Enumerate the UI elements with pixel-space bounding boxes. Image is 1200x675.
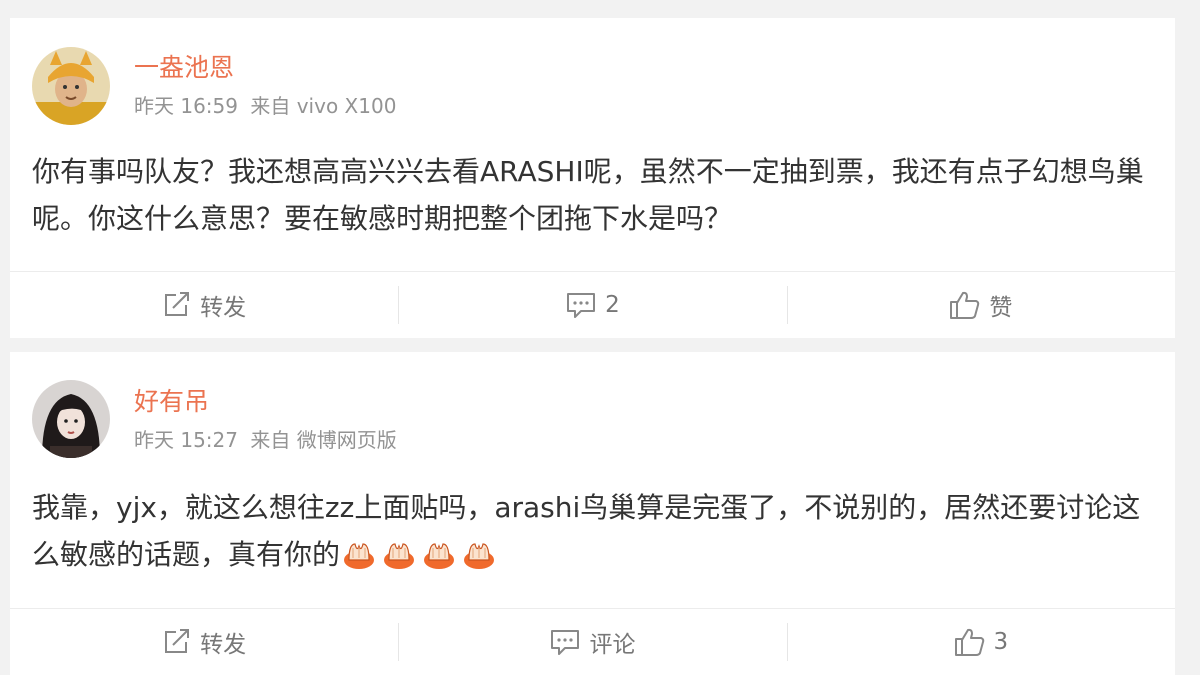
like-label: 赞 <box>989 295 1013 321</box>
avatar[interactable] <box>32 47 110 125</box>
repost-icon <box>162 628 192 656</box>
clap-emoji <box>340 537 378 569</box>
username[interactable]: 一盎池恩 <box>134 53 234 83</box>
like-icon <box>949 290 981 320</box>
comment-label: 2 <box>605 292 620 318</box>
username[interactable]: 好有吊 <box>134 387 209 417</box>
like-button[interactable]: 3 <box>786 609 1175 675</box>
action-bar: 转发 评论 3 <box>10 608 1175 675</box>
post-meta: 昨天 15:27 来自 微博网页版 <box>134 427 397 453</box>
comment-header: 好有吊 昨天 15:27 来自 微博网页版 <box>10 352 1175 462</box>
comment-button[interactable]: 2 <box>398 272 786 338</box>
post-time: 昨天 15:27 <box>134 428 238 452</box>
repost-label: 转发 <box>200 632 247 658</box>
comment-button[interactable]: 评论 <box>398 609 786 675</box>
clap-emoji <box>460 537 498 569</box>
avatar[interactable] <box>32 380 110 458</box>
repost-icon <box>162 291 192 319</box>
repost-button[interactable]: 转发 <box>10 609 398 675</box>
comment-header: 一盎池恩 昨天 16:59 来自 vivo X100 <box>10 18 1175 128</box>
like-icon <box>954 627 986 657</box>
comment-text: 我靠，yjx，就这么想往zz上面贴吗，arashi鸟巢算是完蛋了，不说别的，居然… <box>32 484 1155 578</box>
comment-text: 你有事吗队友？我还想高高兴兴去看ARASHI呢，虽然不一定抽到票，我还有点子幻想… <box>32 155 1144 235</box>
action-bar: 转发 2 赞 <box>10 271 1175 338</box>
post-meta: 昨天 16:59 来自 vivo X100 <box>134 93 396 119</box>
comment-text-body: 我靠，yjx，就这么想往zz上面贴吗，arashi鸟巢算是完蛋了，不说别的，居然… <box>32 491 1141 571</box>
clap-emoji <box>380 537 418 569</box>
repost-label: 转发 <box>200 295 247 321</box>
emoji-group <box>340 538 500 571</box>
like-label: 3 <box>993 629 1009 655</box>
comment-label: 评论 <box>589 632 636 658</box>
comment-icon <box>565 291 597 319</box>
comment-card: 好有吊 昨天 15:27 来自 微博网页版 我靠，yjx，就这么想往zz上面贴吗… <box>10 352 1175 675</box>
post-source: 来自 vivo X100 <box>250 94 397 118</box>
repost-button[interactable]: 转发 <box>10 272 398 338</box>
clap-emoji <box>420 537 458 569</box>
comment-icon <box>549 628 581 656</box>
comment-feed: 一盎池恩 昨天 16:59 来自 vivo X100 你有事吗队友？我还想高高兴… <box>0 0 1200 675</box>
post-time: 昨天 16:59 <box>134 94 238 118</box>
comment-card: 一盎池恩 昨天 16:59 来自 vivo X100 你有事吗队友？我还想高高兴… <box>10 18 1175 338</box>
post-source: 来自 微博网页版 <box>250 428 397 452</box>
like-button[interactable]: 赞 <box>786 272 1175 338</box>
